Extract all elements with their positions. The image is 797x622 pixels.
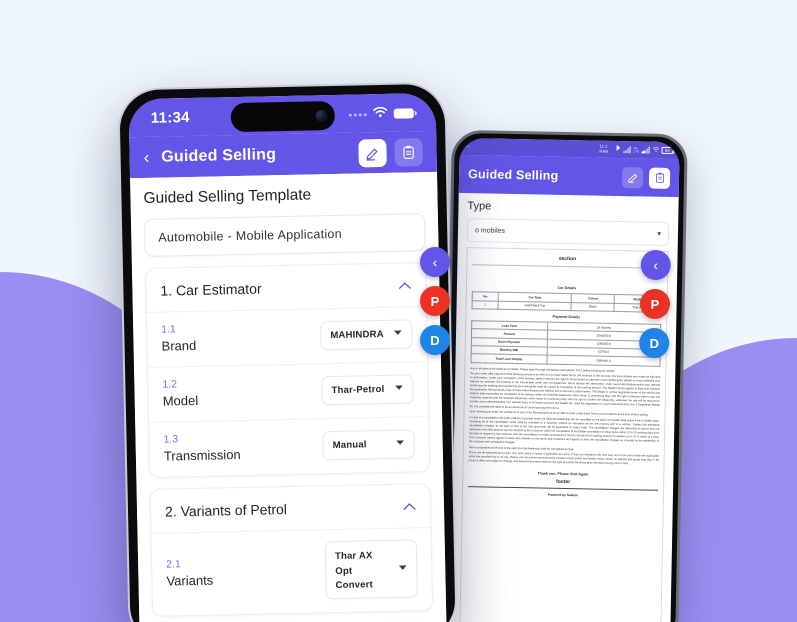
template-title: Guided Selling Template <box>143 186 312 207</box>
car-details-table: No Car Type Colour Model 1 Hatchback Top Black… <box>471 292 662 313</box>
preview-pdf-button[interactable]: P <box>639 288 671 320</box>
field-select[interactable]: Thar-Petrol <box>321 373 414 405</box>
chevron-left-icon[interactable]: ‹ <box>143 148 149 167</box>
android-phone-screen: ⋯ 11:1 RAN Vo LTE 94 Guided Selling Type… <box>450 137 680 622</box>
field-row: 1.1 Brand MAHINDRA <box>146 306 427 367</box>
field-labels: 1.3 Transmission <box>163 432 241 464</box>
wifi-icon <box>652 146 659 154</box>
collapse-panel-button[interactable]: ‹ <box>640 249 672 281</box>
caret-down-icon[interactable] <box>398 565 407 573</box>
chevron-down-icon: ▾ <box>657 230 662 238</box>
field-number: 1.3 <box>163 433 179 446</box>
field-number: 1.2 <box>162 378 178 391</box>
dynamic-island <box>230 100 335 133</box>
wifi-icon <box>373 105 388 123</box>
field-label: Variants <box>166 572 214 589</box>
application-select[interactable]: Automobile - Mobile Application <box>143 213 426 257</box>
field-labels: 1.1 Brand <box>161 323 197 354</box>
table-cell: Black <box>571 302 615 312</box>
status-time: 11:34 <box>150 108 191 127</box>
field-select-value: Thar-Petrol <box>331 383 385 396</box>
field-row: 2.1Variants Thar AXOptConvertTop <box>151 527 433 616</box>
battery-icon: 94 <box>661 147 674 154</box>
field-select-value: Thar AXOptConvertTop <box>334 550 374 591</box>
pencil-icon[interactable] <box>358 138 387 167</box>
collapse-panel-button[interactable]: ‹ <box>420 247 450 277</box>
field-number: 1.1 <box>161 323 176 336</box>
application-select-value: Automobile - Mobile Application <box>158 226 343 245</box>
signal-bars-icon-2 <box>641 146 650 154</box>
clipboard-icon[interactable] <box>648 167 671 189</box>
preview-pdf-button[interactable]: P <box>420 286 450 316</box>
signal-dots-icon <box>348 112 367 117</box>
battery-icon <box>393 108 414 119</box>
status-clock: 11:1 RAN <box>599 143 609 154</box>
section-header[interactable]: 1. Car Estimator <box>146 263 426 312</box>
page-title: Guided Selling <box>467 167 559 183</box>
bluetooth-icon <box>616 144 621 154</box>
pencil-icon[interactable] <box>621 166 644 188</box>
field-labels: 2.1 Variants <box>166 558 214 589</box>
section-card: 1. Car Estimator 1.1 Brand MAHINDRA 1.2 Model… <box>144 262 431 478</box>
field-select-value: Manual <box>332 438 367 451</box>
document-paragraph: On your order, after payment of the Book… <box>469 372 661 410</box>
table-cell: 1 <box>472 300 499 310</box>
document-paragraph: Prices are all advertisement prices. Any… <box>468 451 659 466</box>
document-paragraph: In case of a cancellation the order shal… <box>468 415 660 445</box>
field-row: 1.3 Transmission Manual <box>149 416 430 477</box>
floating-action-stack-front: ‹ P D <box>420 247 450 355</box>
signal-bars-icon <box>623 146 632 154</box>
field-select[interactable]: MAHINDRA <box>320 318 413 350</box>
caret-down-icon[interactable] <box>393 330 402 338</box>
document-meta-lines <box>472 265 662 284</box>
clipboard-icon[interactable] <box>394 137 423 167</box>
field-labels: 1.2 Model <box>162 378 199 409</box>
section-title: 2. Variants of Petrol <box>164 501 288 520</box>
ios-app-bar: ‹ Guided Selling <box>129 130 437 179</box>
field-select[interactable]: Manual <box>322 428 415 460</box>
caret-down-icon[interactable] <box>396 440 405 448</box>
field-row: 1.2 Model Thar-Petrol <box>148 361 429 422</box>
page-title: Guided Selling <box>161 145 277 166</box>
field-select[interactable]: Thar AXOptConvertTop <box>324 539 418 600</box>
android-phone-mockup: ⋯ 11:1 RAN Vo LTE 94 Guided Selling Type… <box>442 129 688 622</box>
section-card: 2. Variants of Petrol 2.1 Variants Thar AX O… <box>149 483 434 617</box>
ios-content: Guided Selling Template Automobile - Mob… <box>130 171 447 622</box>
table-cell: Hatchback Top <box>498 300 572 311</box>
field-label: Brand <box>161 337 197 354</box>
iphone-mockup: 11:34 ‹ Guided Selling Guided Selling Te… <box>117 81 458 622</box>
document-terms-text: Any or all sales to be made at our deale… <box>469 367 661 468</box>
document-type-select[interactable]: o mobiles ▾ <box>466 218 670 246</box>
section-title: 1. Car Estimator <box>160 280 262 299</box>
document-footer-label: footer <box>468 476 659 491</box>
download-doc-button[interactable]: D <box>420 325 450 355</box>
download-doc-button[interactable]: D <box>638 327 670 359</box>
section-header[interactable]: 2. Variants of Petrol <box>151 484 431 533</box>
payment-details-table: Loan Term 24 Months Amount 1544000.0 Down Pa… <box>470 320 661 366</box>
document-powered-by: Powered by Sealion <box>547 492 579 498</box>
floating-action-stack-back: ‹ P D <box>638 249 672 359</box>
field-number: 2.1 <box>166 558 181 571</box>
document-type-heading: Type <box>467 200 492 213</box>
document-type-value: o mobiles <box>474 226 506 235</box>
chevron-up-icon[interactable] <box>398 278 411 292</box>
iphone-screen: 11:34 ‹ Guided Selling Guided Selling Te… <box>128 92 447 622</box>
android-app-bar: Guided Selling <box>458 154 680 198</box>
more-dots-icon: ⋯ <box>465 143 471 150</box>
table-cell: Total Loan Outpay <box>470 353 547 364</box>
field-label: Model <box>162 392 199 409</box>
chevron-up-icon[interactable] <box>403 499 416 513</box>
volte-icon: Vo LTE <box>633 145 640 153</box>
field-label: Transmission <box>163 447 241 464</box>
document-preview: section Car Details No Car Type Colour Mode… <box>458 247 669 622</box>
front-camera-icon <box>315 110 327 122</box>
field-select-value: MAHINDRA <box>330 328 384 341</box>
section-list: 1. Car Estimator 1.1 Brand MAHINDRA 1.2 Model… <box>144 262 434 622</box>
caret-down-icon[interactable] <box>394 385 403 393</box>
ios-status-bar: 11:34 <box>128 92 437 138</box>
